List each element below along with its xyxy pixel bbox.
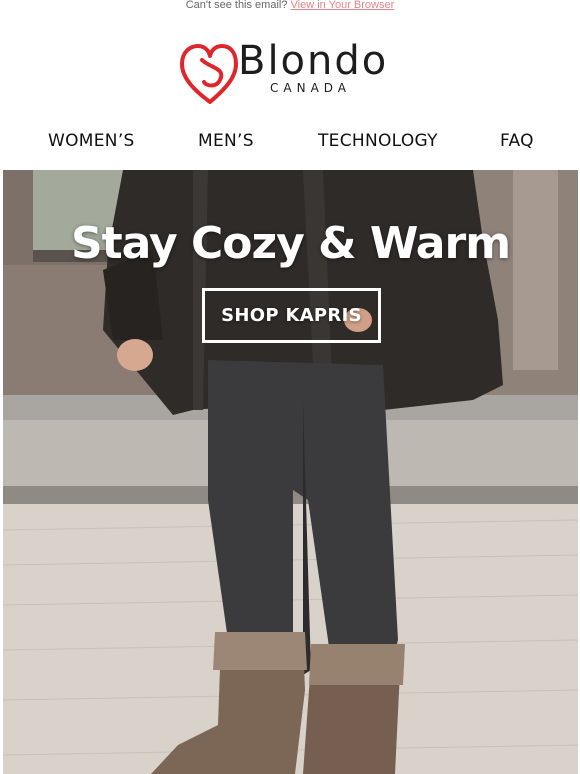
- nav-item-faq[interactable]: FAQ: [500, 128, 534, 154]
- brand-subtitle: CANADA: [270, 81, 352, 95]
- hero-banner[interactable]: Stay Cozy & Warm SHOP KAPRIS: [3, 170, 578, 774]
- heart-b-logo-icon: [180, 44, 238, 104]
- nav-item-mens[interactable]: MEN’S: [198, 128, 254, 154]
- hero-title: Stay Cozy & Warm: [70, 218, 511, 269]
- main-nav: WOMEN’S MEN’S TECHNOLOGY FAQ: [0, 128, 580, 156]
- brand-name: Blondo: [238, 38, 389, 84]
- brand-logo[interactable]: Blondo CANADA: [180, 38, 410, 106]
- nav-item-technology[interactable]: TECHNOLOGY: [318, 128, 438, 154]
- view-in-browser-link[interactable]: View in Your Browser: [291, 0, 395, 11]
- preheader-text: Can't see this email?: [185, 0, 288, 11]
- nav-item-womens[interactable]: WOMEN’S: [48, 128, 135, 154]
- shop-kapris-button[interactable]: SHOP KAPRIS: [202, 288, 381, 343]
- preheader: Can't see this email? View in Your Brows…: [0, 0, 580, 14]
